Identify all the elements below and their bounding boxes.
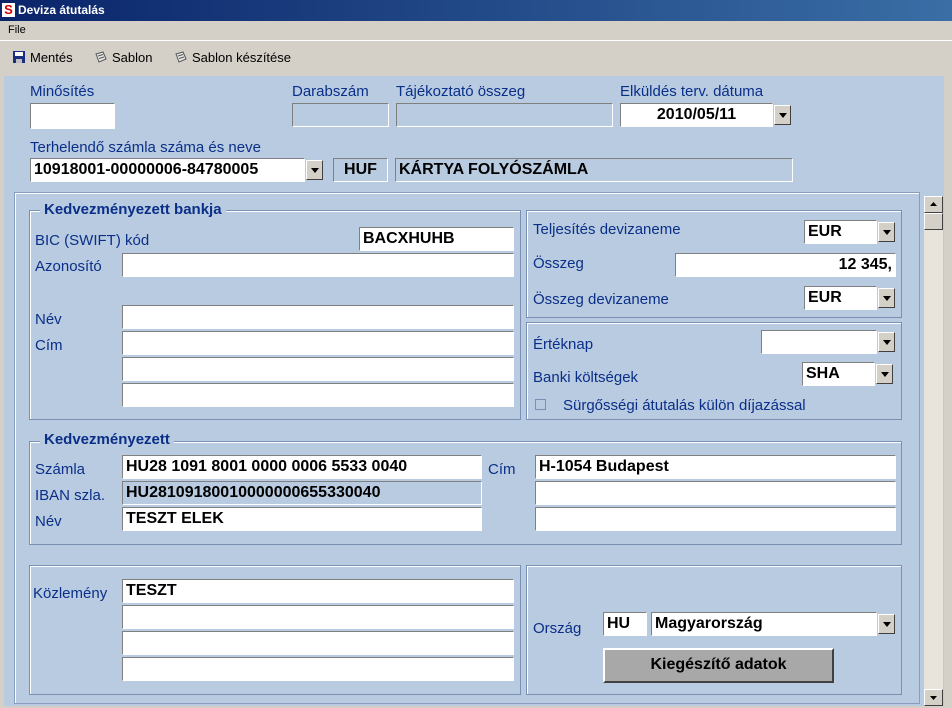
country-label: Ország — [533, 620, 582, 637]
beneficiary-address-line-1[interactable]: H-1054 Budapest — [535, 455, 896, 479]
bank-costs-dropdown-icon[interactable] — [876, 364, 893, 384]
minosites-label: Minősítés — [30, 83, 95, 100]
window-title: Deviza átutalás — [18, 3, 105, 17]
id-input[interactable] — [122, 253, 514, 277]
account-select[interactable]: 10918001-00000006-84780005 — [30, 158, 305, 182]
app-icon: S — [2, 3, 15, 17]
template-icon — [94, 50, 108, 64]
beneficiary-title: Kedvezményezett — [40, 431, 174, 448]
iban-field: HU28109180010000000655330040 — [122, 481, 482, 505]
perf-currency-select[interactable]: EUR — [804, 220, 877, 244]
beneficiary-address-line-2[interactable] — [535, 481, 896, 505]
account-label: Terhelendő számla száma és neve — [30, 139, 261, 156]
send-date-dropdown-icon[interactable] — [774, 105, 791, 125]
remittance-line-3[interactable] — [122, 631, 514, 655]
floppy-disk-icon — [12, 50, 26, 64]
remittance-line-1[interactable]: TESZT — [122, 579, 514, 603]
beneficiary-account-input[interactable]: HU28 1091 8001 0000 0006 5533 0040 — [122, 455, 482, 479]
bank-costs-label: Banki költségek — [533, 369, 639, 386]
bank-address-label: Cím — [35, 337, 63, 354]
id-label: Azonosító — [35, 258, 102, 275]
amount-currency-label: Összeg devizaneme — [533, 291, 669, 308]
bic-label: BIC (SWIFT) kód — [35, 232, 150, 249]
amount-currency-dropdown-icon[interactable] — [878, 288, 895, 308]
account-name: KÁRTYA FOLYÓSZÁMLA — [395, 158, 793, 182]
account-currency: HUF — [333, 158, 388, 182]
beneficiary-bank-title: Kedvezményezett bankja — [40, 201, 226, 218]
beneficiary-address-line-3[interactable] — [535, 507, 896, 531]
create-template-label: Sablon készítése — [192, 49, 292, 65]
bank-name-input[interactable] — [122, 305, 514, 329]
beneficiary-name-label: Név — [35, 513, 62, 530]
title-bar: S Deviza átutalás — [0, 0, 952, 21]
save-button[interactable]: Mentés — [12, 49, 73, 65]
value-date-input[interactable] — [761, 330, 877, 354]
scroll-up-button[interactable] — [924, 196, 943, 213]
minosites-input[interactable] — [30, 103, 115, 129]
remittance-line-4[interactable] — [122, 657, 514, 681]
country-dropdown-icon[interactable] — [878, 614, 895, 634]
template-label: Sablon — [112, 49, 153, 65]
beneficiary-account-label: Számla — [35, 461, 86, 478]
value-date-dropdown-icon[interactable] — [878, 332, 895, 352]
menu-bar: File — [0, 21, 952, 40]
country-code-input[interactable]: HU — [603, 612, 647, 636]
urgent-checkbox[interactable] — [535, 399, 546, 410]
save-label: Mentés — [30, 49, 73, 65]
amount-currency-select[interactable]: EUR — [804, 286, 877, 310]
vertical-scrollbar[interactable] — [924, 196, 943, 706]
remittance-label: Közlemény — [33, 585, 108, 602]
amount-label: Összeg — [533, 255, 584, 272]
menu-file[interactable]: File — [8, 24, 26, 36]
bank-address-line-2[interactable] — [122, 357, 514, 381]
scroll-thumb[interactable] — [924, 213, 943, 230]
template-create-icon — [174, 50, 188, 64]
bank-name-label: Név — [35, 311, 62, 328]
value-date-label: Értéknap — [533, 336, 594, 353]
toolbar: Mentés Sablon Sablon készítése — [0, 40, 952, 73]
beneficiary-name-input[interactable]: TESZT ELEK — [122, 507, 482, 531]
perf-currency-label: Teljesítés devizaneme — [533, 221, 681, 238]
extra-data-button[interactable]: Kiegészítő adatok — [603, 648, 834, 683]
country-name-select[interactable]: Magyarország — [651, 612, 877, 636]
beneficiary-address-label: Cím — [488, 461, 516, 478]
bank-address-line-3[interactable] — [122, 383, 514, 407]
amount-input[interactable]: 12 345, — [675, 253, 896, 277]
darabszam-field — [292, 103, 389, 127]
tajekoztato-field — [396, 103, 613, 127]
bank-costs-select[interactable]: SHA — [802, 362, 875, 386]
account-dropdown-icon[interactable] — [306, 160, 323, 180]
iban-label: IBAN szla. — [35, 487, 106, 504]
tajekoztato-label: Tájékoztató összeg — [396, 83, 526, 100]
template-button[interactable]: Sablon — [94, 49, 152, 65]
scroll-down-button[interactable] — [924, 689, 943, 706]
remittance-line-2[interactable] — [122, 605, 514, 629]
perf-currency-dropdown-icon[interactable] — [878, 222, 895, 242]
bank-address-line-1[interactable] — [122, 331, 514, 355]
urgent-label: Sürgősségi átutalás külön díjazással — [563, 397, 806, 414]
darabszam-label: Darabszám — [292, 83, 369, 100]
create-template-button[interactable]: Sablon készítése — [174, 49, 291, 65]
bic-input[interactable]: BACXHUHB — [359, 227, 514, 251]
send-date-label: Elküldés terv. dátuma — [620, 83, 764, 100]
send-date-input[interactable]: 2010/05/11 — [620, 103, 773, 127]
